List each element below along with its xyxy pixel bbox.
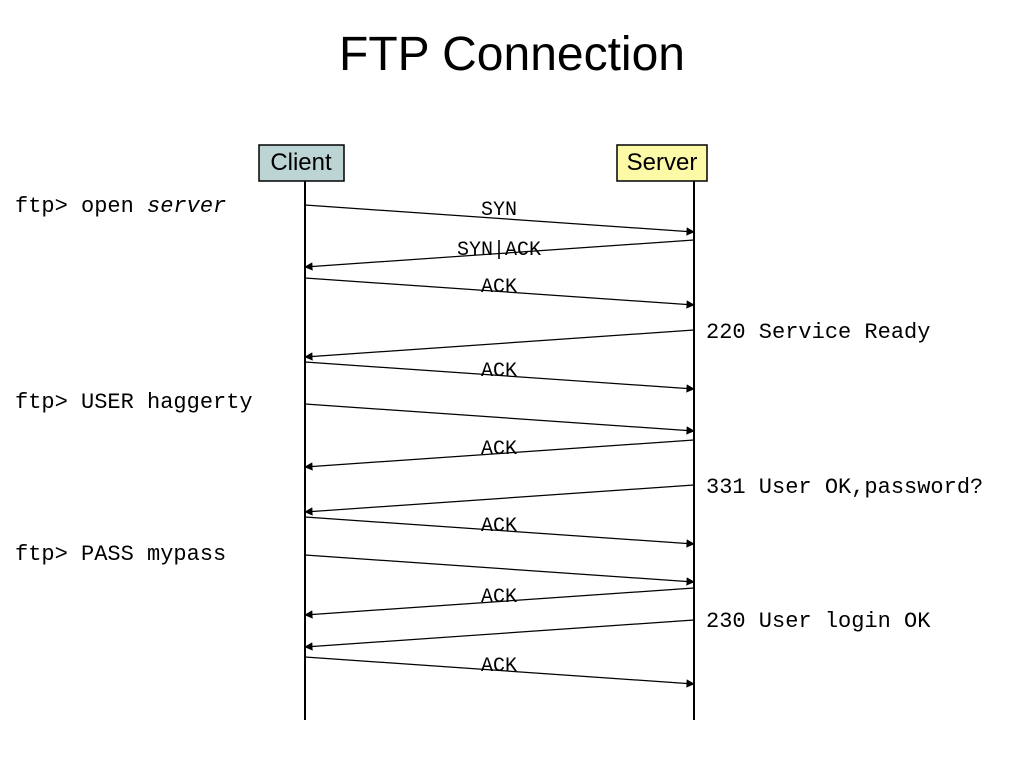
label-synack: SYN|ACK [457,239,541,262]
arrow-user [305,404,694,431]
label-ack4: ACK [481,515,517,538]
client-lifeline-box: Client [259,145,344,181]
cmd-open: ftp> open server [15,194,226,219]
arrow-331 [305,485,694,512]
resp-220: 220 Service Ready [706,320,930,345]
page-title: FTP Connection [339,28,685,81]
cmd-pass: ftp> PASS mypass [15,542,226,567]
resp-331: 331 User OK,password? [706,475,983,500]
label-ack3: ACK [481,438,517,461]
server-lifeline-box: Server [617,145,707,181]
resp-230: 230 User login OK [706,609,931,634]
label-ack1: ACK [481,276,517,299]
client-label: Client [270,149,332,176]
label-ack6: ACK [481,655,517,678]
label-ack2: ACK [481,360,517,383]
server-label: Server [627,149,698,176]
label-syn: SYN [481,199,517,222]
label-ack5: ACK [481,586,517,609]
arrow-230 [305,620,694,647]
arrow-pass [305,555,694,582]
diagram-canvas: FTP Connection Client Server ftp> open s… [0,0,1024,768]
cmd-user: ftp> USER haggerty [15,390,253,415]
arrow-220 [305,330,694,357]
